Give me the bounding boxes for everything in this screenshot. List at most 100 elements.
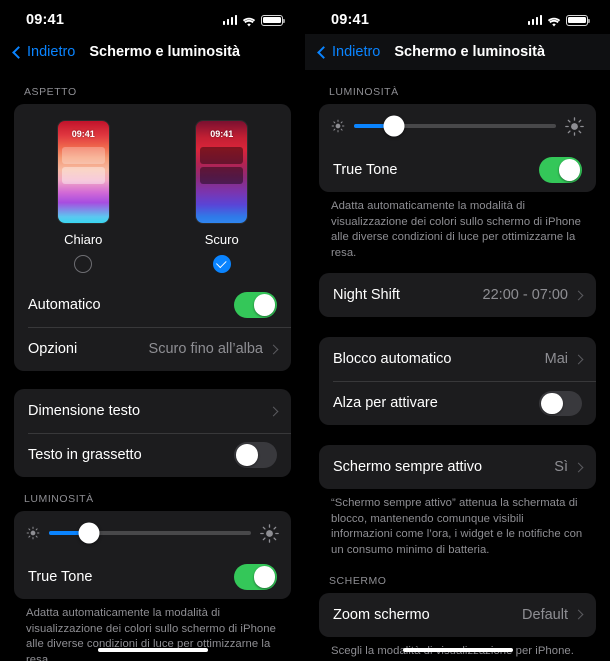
brightness-card: True Tone	[319, 104, 596, 192]
brightness-slider-track[interactable]	[49, 522, 251, 544]
toggle-knob	[558, 159, 580, 181]
status-bar-icons	[527, 14, 591, 27]
cellular-bars-icon	[527, 15, 542, 25]
chevron-right-icon	[573, 462, 584, 473]
row-label: Opzioni	[28, 341, 78, 357]
row-accessory: Mai	[544, 351, 584, 368]
row-label: Schermo sempre attivo	[333, 459, 483, 476]
raise-to-wake-toggle[interactable]	[539, 390, 582, 417]
row-value: Scuro fino all’alba	[148, 341, 263, 357]
home-indicator	[402, 647, 513, 652]
row-label: Night Shift	[333, 287, 400, 304]
home-indicator	[97, 647, 208, 652]
back-label: Indietro	[27, 44, 76, 60]
row-dimensione-testo[interactable]: Dimensione testo	[14, 389, 291, 433]
row-label: Alza per attivare	[333, 395, 438, 412]
chevron-right-icon	[573, 290, 584, 301]
brightness-slider-track[interactable]	[354, 115, 556, 137]
theme-radio-dark[interactable]	[212, 255, 231, 273]
nav-bar: Indietro Schermo e luminosità	[305, 34, 610, 70]
theme-radio-light[interactable]	[74, 255, 93, 273]
brightness-section-header: LUMINOSITÀ	[329, 86, 399, 98]
settings-content: LUMINOSITÀ True Tone Adatta automaticame…	[305, 70, 610, 661]
wifi-icon	[242, 15, 256, 27]
row-schermo-sempre-attivo[interactable]: Schermo sempre attivo Sì	[319, 445, 596, 489]
row-alza-per-attivare[interactable]: Alza per attivare	[319, 381, 596, 425]
nav-bar: Indietro Schermo e luminosità	[0, 34, 305, 70]
thumbnail-time: 09:41	[210, 129, 234, 139]
brightness-slider-row[interactable]	[14, 511, 291, 555]
row-label: Blocco automatico	[333, 351, 452, 368]
chevron-left-icon	[317, 45, 330, 59]
battery-icon	[261, 14, 286, 26]
thumbnail-time: 09:41	[71, 129, 95, 139]
row-true-tone[interactable]: True Tone	[319, 148, 596, 192]
theme-option-light[interactable]: 09:41 Chiaro	[56, 120, 110, 273]
row-blocco-automatico[interactable]: Blocco automatico Mai	[319, 337, 596, 381]
brightness-section-header: LUMINOSITÀ	[24, 493, 94, 505]
settings-content: ASPETTO 09:41 Chiaro 09:41 Scuro Automat…	[0, 70, 305, 661]
chevron-left-icon	[12, 45, 25, 59]
display-section-header: SCHERMO	[329, 574, 387, 587]
bold-text-toggle[interactable]	[234, 442, 277, 468]
row-true-tone[interactable]: True Tone	[14, 555, 291, 599]
lock-settings-card: Blocco automatico Mai Alza per attivare	[319, 337, 596, 426]
row-value: Default	[522, 606, 568, 623]
back-button[interactable]: Indietro	[12, 44, 76, 60]
row-testo-grassetto[interactable]: Testo in grassetto	[14, 433, 291, 477]
row-night-shift[interactable]: Night Shift 22:00 - 07:00	[319, 273, 596, 317]
always-on-card: Schermo sempre attivo Sì	[319, 445, 596, 490]
brightness-slider-knob[interactable]	[78, 522, 100, 544]
theme-label-light: Chiaro	[64, 232, 103, 247]
true-tone-toggle[interactable]	[234, 564, 277, 590]
row-label: Zoom schermo	[333, 606, 430, 623]
right-phone-screen: 09:41 Indietro Schermo e luminosità LUMI…	[305, 0, 610, 661]
true-tone-footnote: Adatta automaticamente la modalità di vi…	[331, 200, 581, 259]
theme-chooser: 09:41 Chiaro 09:41 Scuro	[14, 104, 291, 283]
dual-phone-screenshot: 09:41 Indietro Schermo e luminosità ASPE…	[0, 0, 610, 661]
back-label: Indietro	[332, 44, 381, 60]
toggle-knob	[253, 294, 275, 316]
night-shift-card: Night Shift 22:00 - 07:00	[319, 273, 596, 318]
automatico-toggle[interactable]	[234, 292, 277, 318]
status-bar: 09:41	[305, 0, 610, 34]
brightness-low-icon	[331, 119, 345, 133]
display-zoom-card: Zoom schermo Default	[319, 592, 596, 637]
row-label: Automatico	[28, 297, 101, 313]
status-bar: 09:41	[0, 0, 305, 34]
chevron-right-icon	[573, 354, 584, 365]
row-value: Mai	[544, 351, 568, 368]
brightness-slider-knob[interactable]	[383, 115, 405, 137]
always-on-footnote: “Schermo sempre attivo” attenua la scher…	[331, 497, 583, 557]
row-zoom-schermo[interactable]: Zoom schermo Default	[319, 593, 596, 637]
chevron-right-icon	[268, 406, 279, 416]
wifi-icon	[547, 15, 561, 27]
toggle-knob	[541, 392, 563, 415]
appearance-card: 09:41 Chiaro 09:41 Scuro Automatico Opzi…	[14, 104, 291, 371]
back-button[interactable]: Indietro	[317, 44, 381, 60]
light-wallpaper-thumbnail: 09:41	[56, 120, 110, 224]
brightness-slider-row[interactable]	[319, 104, 596, 148]
status-bar-time: 09:41	[331, 12, 370, 28]
toggle-knob	[253, 566, 275, 588]
brightness-card: True Tone	[14, 511, 291, 599]
row-accessory: Sì	[554, 459, 584, 475]
status-bar-icons	[222, 14, 286, 27]
row-opzioni[interactable]: Opzioni Scuro fino all’alba	[14, 327, 291, 371]
brightness-high-icon	[260, 523, 279, 543]
dark-wallpaper-thumbnail: 09:41	[195, 120, 249, 224]
theme-label-dark: Scuro	[204, 232, 239, 247]
brightness-low-icon	[26, 526, 40, 540]
row-automatico[interactable]: Automatico	[14, 283, 291, 327]
text-settings-card: Dimensione testo Testo in grassetto	[14, 389, 291, 477]
true-tone-toggle[interactable]	[539, 157, 582, 183]
theme-option-dark[interactable]: 09:41 Scuro	[195, 120, 249, 273]
appearance-section-header: ASPETTO	[24, 86, 77, 98]
page-title: Schermo e luminosità	[394, 44, 546, 60]
brightness-high-icon	[565, 116, 584, 136]
status-bar-time: 09:41	[26, 12, 65, 28]
